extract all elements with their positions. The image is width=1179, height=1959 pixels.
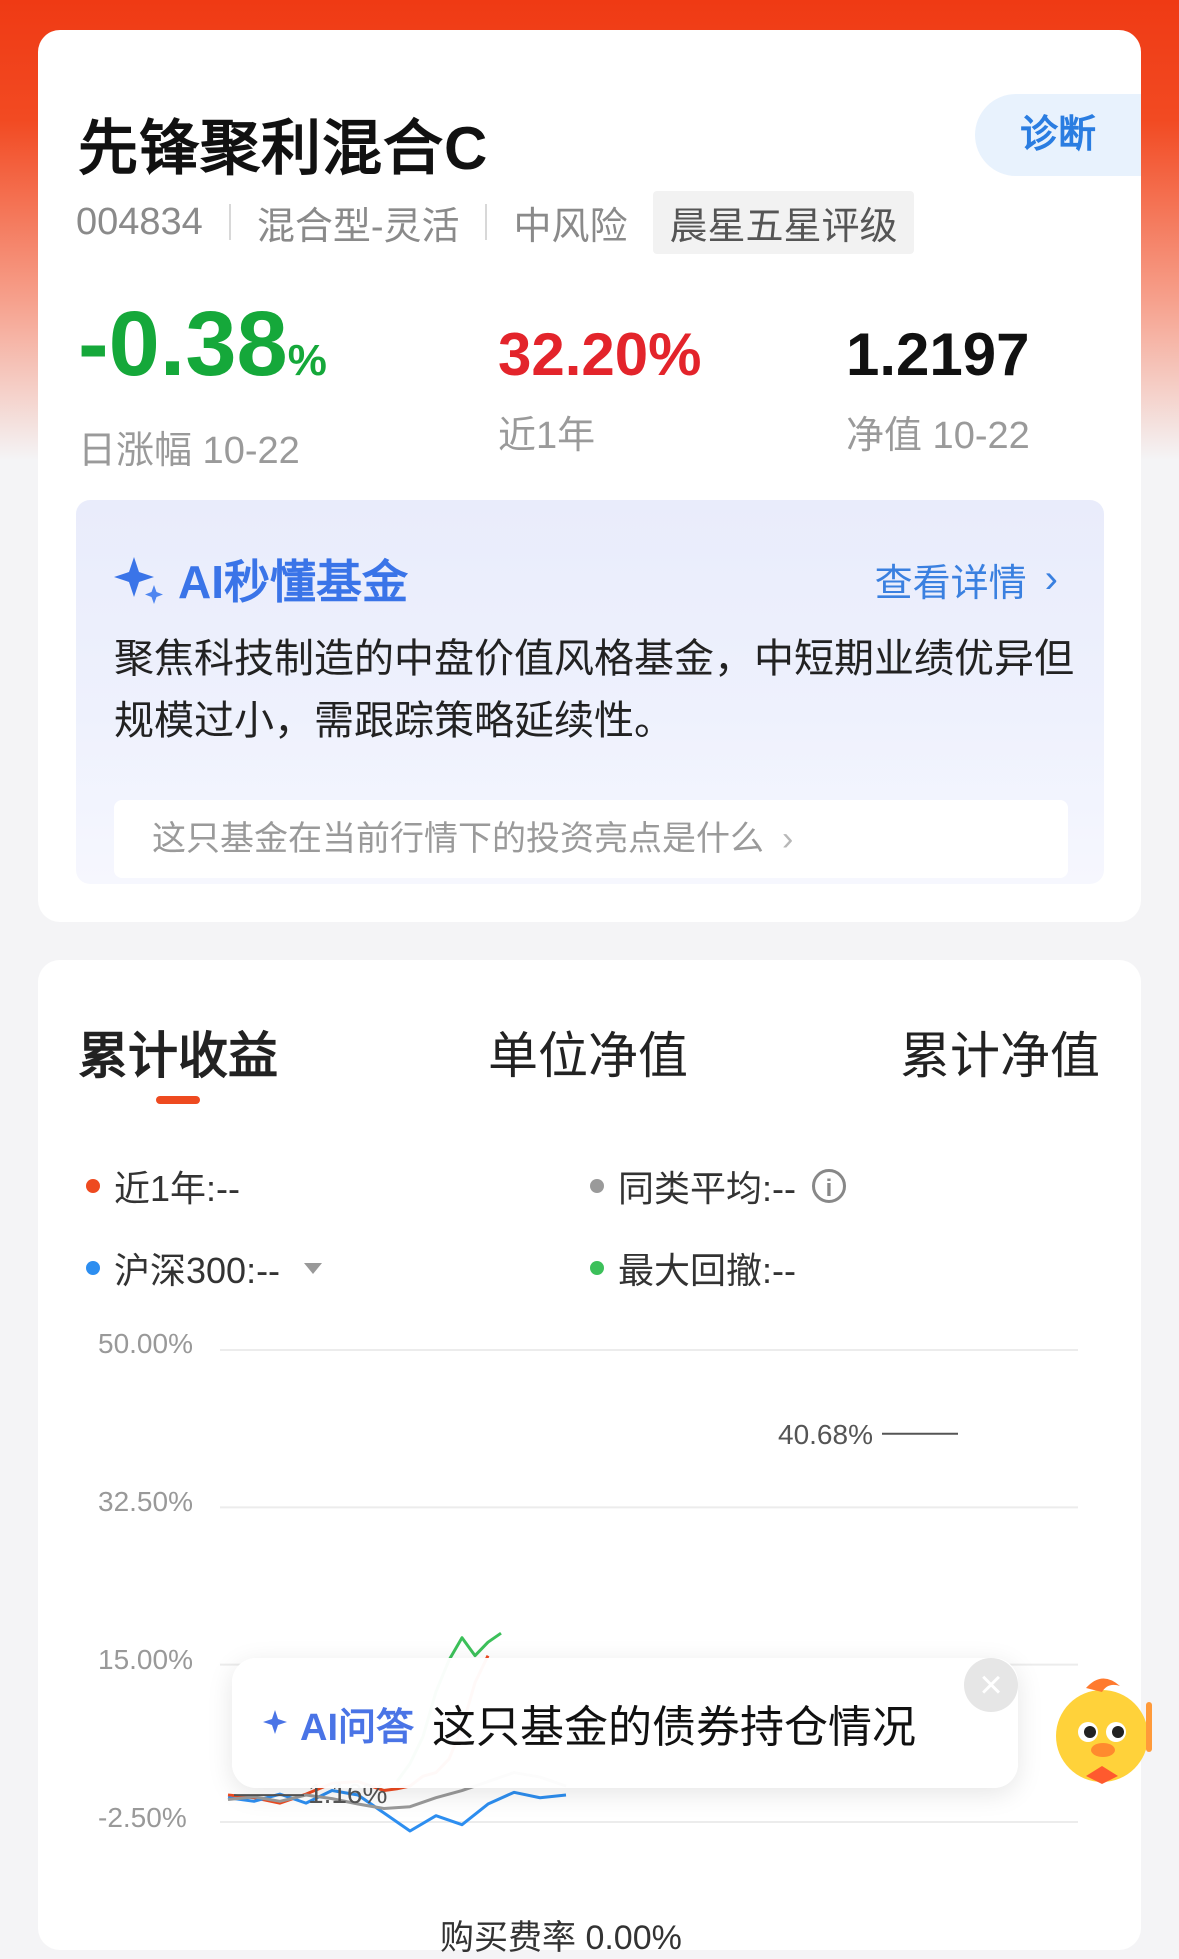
fund-type: 混合型-灵活 — [256, 205, 460, 248]
sparkle-icon — [263, 1710, 287, 1734]
fund-code: 004834 — [76, 200, 203, 243]
day-change-label: 日涨幅 10-22 — [78, 430, 300, 472]
series-line — [227, 1789, 567, 1833]
return-chart[interactable]: 40.68%1.16% — [38, 960, 1141, 1950]
rating-badge[interactable]: 晨星五星评级 — [653, 190, 914, 254]
performance-card: 累计收益 单位净值 累计净值 近1年:-- 同类平均:-- i 沪深300:--… — [38, 960, 1141, 1950]
ai-insight-header: AI秒懂基金 — [112, 546, 408, 612]
chevron-right-icon: › — [1044, 557, 1058, 601]
ai-insight-card: AI秒懂基金 查看详情 › 聚焦科技制造的中盘价值风格基金，中短期业绩优异但规模… — [76, 500, 1104, 884]
ai-summary-text: 聚焦科技制造的中盘价值风格基金，中短期业绩优异但规模过小，需跟踪策略延续性。 — [114, 637, 1074, 743]
fund-name: 先锋聚利混合C — [78, 115, 489, 182]
year-return-label: 近1年 — [498, 415, 596, 457]
nav-label: 净值 10-22 — [846, 415, 1030, 457]
fund-risk: 中风险 — [513, 205, 628, 248]
day-change-stat: -0.38% 日涨幅 10-22 — [78, 294, 327, 474]
nav-value: 1.2197 — [846, 321, 1030, 388]
ai-qa-suggestion[interactable]: AI问答 这只基金的债券持仓情况 — [232, 1658, 1018, 1788]
diagnose-button[interactable]: 诊断 — [975, 94, 1141, 176]
view-details-label: 查看详情 — [874, 563, 1027, 605]
close-icon[interactable]: × — [964, 1658, 1018, 1712]
nav-stat: 1.2197 净值 10-22 — [846, 316, 1030, 459]
ai-question-text: 这只基金在当前行情下的投资亮点是什么 — [152, 820, 764, 858]
purchase-fee-text: 购买费率 0.00% — [440, 1919, 682, 1957]
ai-suggested-question[interactable]: 这只基金在当前行情下的投资亮点是什么 › — [114, 800, 1068, 878]
year-return-value: 32.20% — [498, 321, 702, 388]
ai-insight-title: AI秒懂基金 — [178, 556, 408, 608]
fund-summary-card: 先锋聚利混合C 诊断 004834 混合型-灵活 中风险 晨星五星评级 -0.3… — [38, 30, 1141, 922]
mascot-avatar[interactable] — [1046, 1666, 1172, 1792]
year-return-stat: 32.20% 近1年 — [498, 316, 702, 459]
ai-qa-question: 这只基金的债券持仓情况 — [432, 1703, 917, 1752]
divider — [485, 204, 488, 240]
day-change-value: -0.38% — [78, 293, 327, 395]
chevron-right-icon: › — [782, 820, 794, 858]
divider — [228, 204, 231, 240]
day-change-unit: % — [287, 336, 327, 385]
fund-meta: 004834 混合型-灵活 中风险 晨星五星评级 — [76, 190, 914, 254]
ai-qa-tag: AI问答 — [262, 1696, 414, 1751]
max-annotation-label: 40.68% — [778, 1419, 873, 1450]
sparkle-icon — [114, 557, 163, 604]
view-details-link[interactable]: 查看详情 › — [875, 552, 1058, 607]
